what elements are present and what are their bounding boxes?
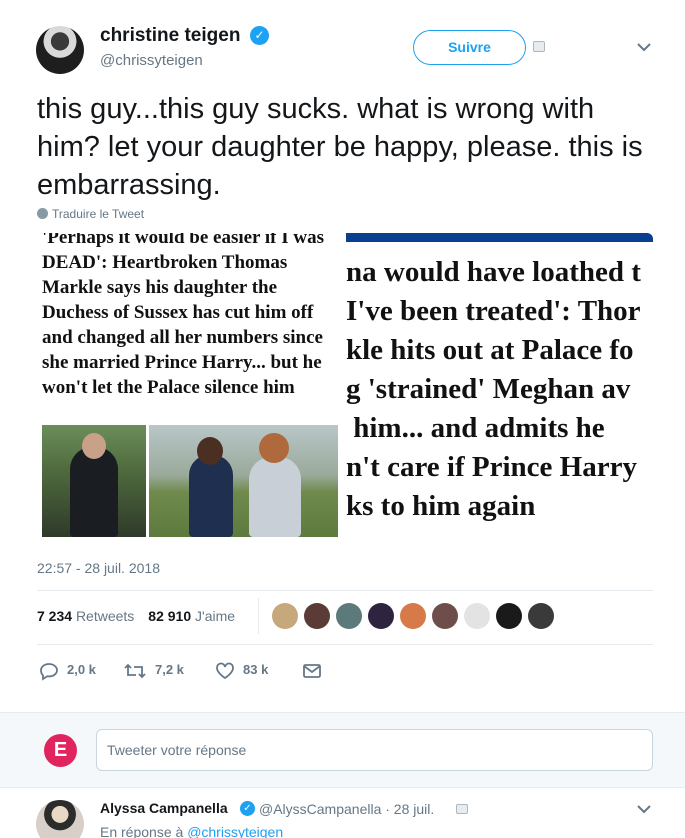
- direct-message-button[interactable]: [302, 659, 330, 681]
- translate-label: Traduire le Tweet: [52, 207, 145, 221]
- like-button[interactable]: 83 k: [215, 659, 268, 681]
- liker-avatar[interactable]: [496, 603, 522, 629]
- reply-composer: E: [0, 712, 685, 788]
- tweet-media[interactable]: 'Perhaps it would be easier if I was DEA…: [37, 233, 653, 543]
- retweet-button[interactable]: 7,2 k: [123, 659, 184, 681]
- direct-message-icon: [303, 663, 321, 678]
- block-icon[interactable]: [533, 41, 545, 52]
- retweet-icon: [124, 663, 146, 678]
- article-screenshot-right: na would have loathed t I've been treate…: [346, 233, 653, 543]
- tweet-text: this guy...this guy sucks. what is wrong…: [37, 93, 643, 201]
- headline-line: na would have loathed t: [346, 256, 641, 288]
- news-header-bar: [346, 233, 653, 242]
- verified-badge-icon: ✓: [250, 26, 269, 45]
- article-headline-right: na would have loathed t I've been treate…: [346, 253, 653, 526]
- article-photo-thomas-markle: [42, 425, 146, 537]
- divider: [258, 598, 259, 634]
- chevron-down-icon[interactable]: [635, 38, 653, 56]
- translate-tweet-link[interactable]: Traduire le Tweet: [37, 207, 144, 221]
- retweets-stat[interactable]: 7 234 Retweets: [37, 608, 134, 624]
- reply-author-avatar[interactable]: [36, 800, 84, 838]
- retweets-label: Retweets: [75, 608, 135, 624]
- author-name[interactable]: christine teigen: [100, 25, 240, 47]
- reply-button[interactable]: 2,0 k: [39, 659, 96, 681]
- retweets-count: 7 234: [37, 608, 73, 624]
- likes-label: J'aime: [195, 608, 236, 624]
- like-icon: [216, 662, 234, 679]
- reply-icon: [40, 662, 58, 681]
- block-icon[interactable]: [456, 804, 468, 814]
- liker-avatar[interactable]: [400, 603, 426, 629]
- headline-line: g 'strained' Meghan av: [346, 373, 631, 405]
- in-reply-to-handle-link[interactable]: @chrissyteigen: [187, 824, 283, 838]
- headline-line: him... and admits he: [346, 412, 605, 444]
- likes-stat[interactable]: 82 910 J'aime: [148, 608, 235, 624]
- divider: [37, 644, 653, 645]
- liker-avatar[interactable]: [304, 603, 330, 629]
- retweet-count: 7,2 k: [155, 662, 184, 677]
- divider: [37, 590, 653, 591]
- reply-count: 2,0 k: [67, 662, 96, 677]
- likes-count: 82 910: [148, 608, 192, 624]
- headline-line: kle hits out at Palace fo: [346, 334, 634, 366]
- headline-line: ks to him again: [346, 490, 536, 522]
- liker-avatar[interactable]: [336, 603, 362, 629]
- follow-button[interactable]: Suivre: [413, 30, 526, 65]
- tweet-stats: 7 234 Retweets 82 910 J'aime: [37, 608, 235, 624]
- tweet-timestamp[interactable]: 22:57 - 28 juil. 2018: [37, 560, 160, 576]
- reply-author-name[interactable]: Alyssa Campanella: [100, 800, 228, 816]
- reply-author-meta[interactable]: @AlyssCampanella · 28 juil.: [259, 801, 434, 817]
- in-reply-to-prefix: En réponse à: [100, 824, 184, 838]
- author-avatar[interactable]: [36, 26, 84, 74]
- liker-avatar[interactable]: [368, 603, 394, 629]
- article-photo-couple: [149, 425, 338, 537]
- verified-badge-icon: ✓: [240, 801, 255, 816]
- author-handle[interactable]: @chrissyteigen: [100, 52, 203, 69]
- current-user-avatar[interactable]: E: [44, 734, 77, 767]
- chevron-down-icon[interactable]: [635, 800, 653, 818]
- globe-icon: [37, 208, 48, 219]
- liker-avatar[interactable]: [432, 603, 458, 629]
- liker-avatar[interactable]: [464, 603, 490, 629]
- in-reply-to: En réponse à @chrissyteigen: [100, 824, 283, 838]
- article-screenshot-left: 'Perhaps it would be easier if I was DEA…: [37, 233, 343, 543]
- headline-line: I've been treated': Thor: [346, 295, 641, 327]
- article-headline-left: 'Perhaps it would be easier if I was DEA…: [42, 233, 325, 398]
- liker-avatar[interactable]: [272, 603, 298, 629]
- reply-input[interactable]: [96, 729, 653, 771]
- headline-line: n't care if Prince Harry: [346, 451, 637, 483]
- liker-avatar[interactable]: [528, 603, 554, 629]
- like-count: 83 k: [243, 662, 269, 677]
